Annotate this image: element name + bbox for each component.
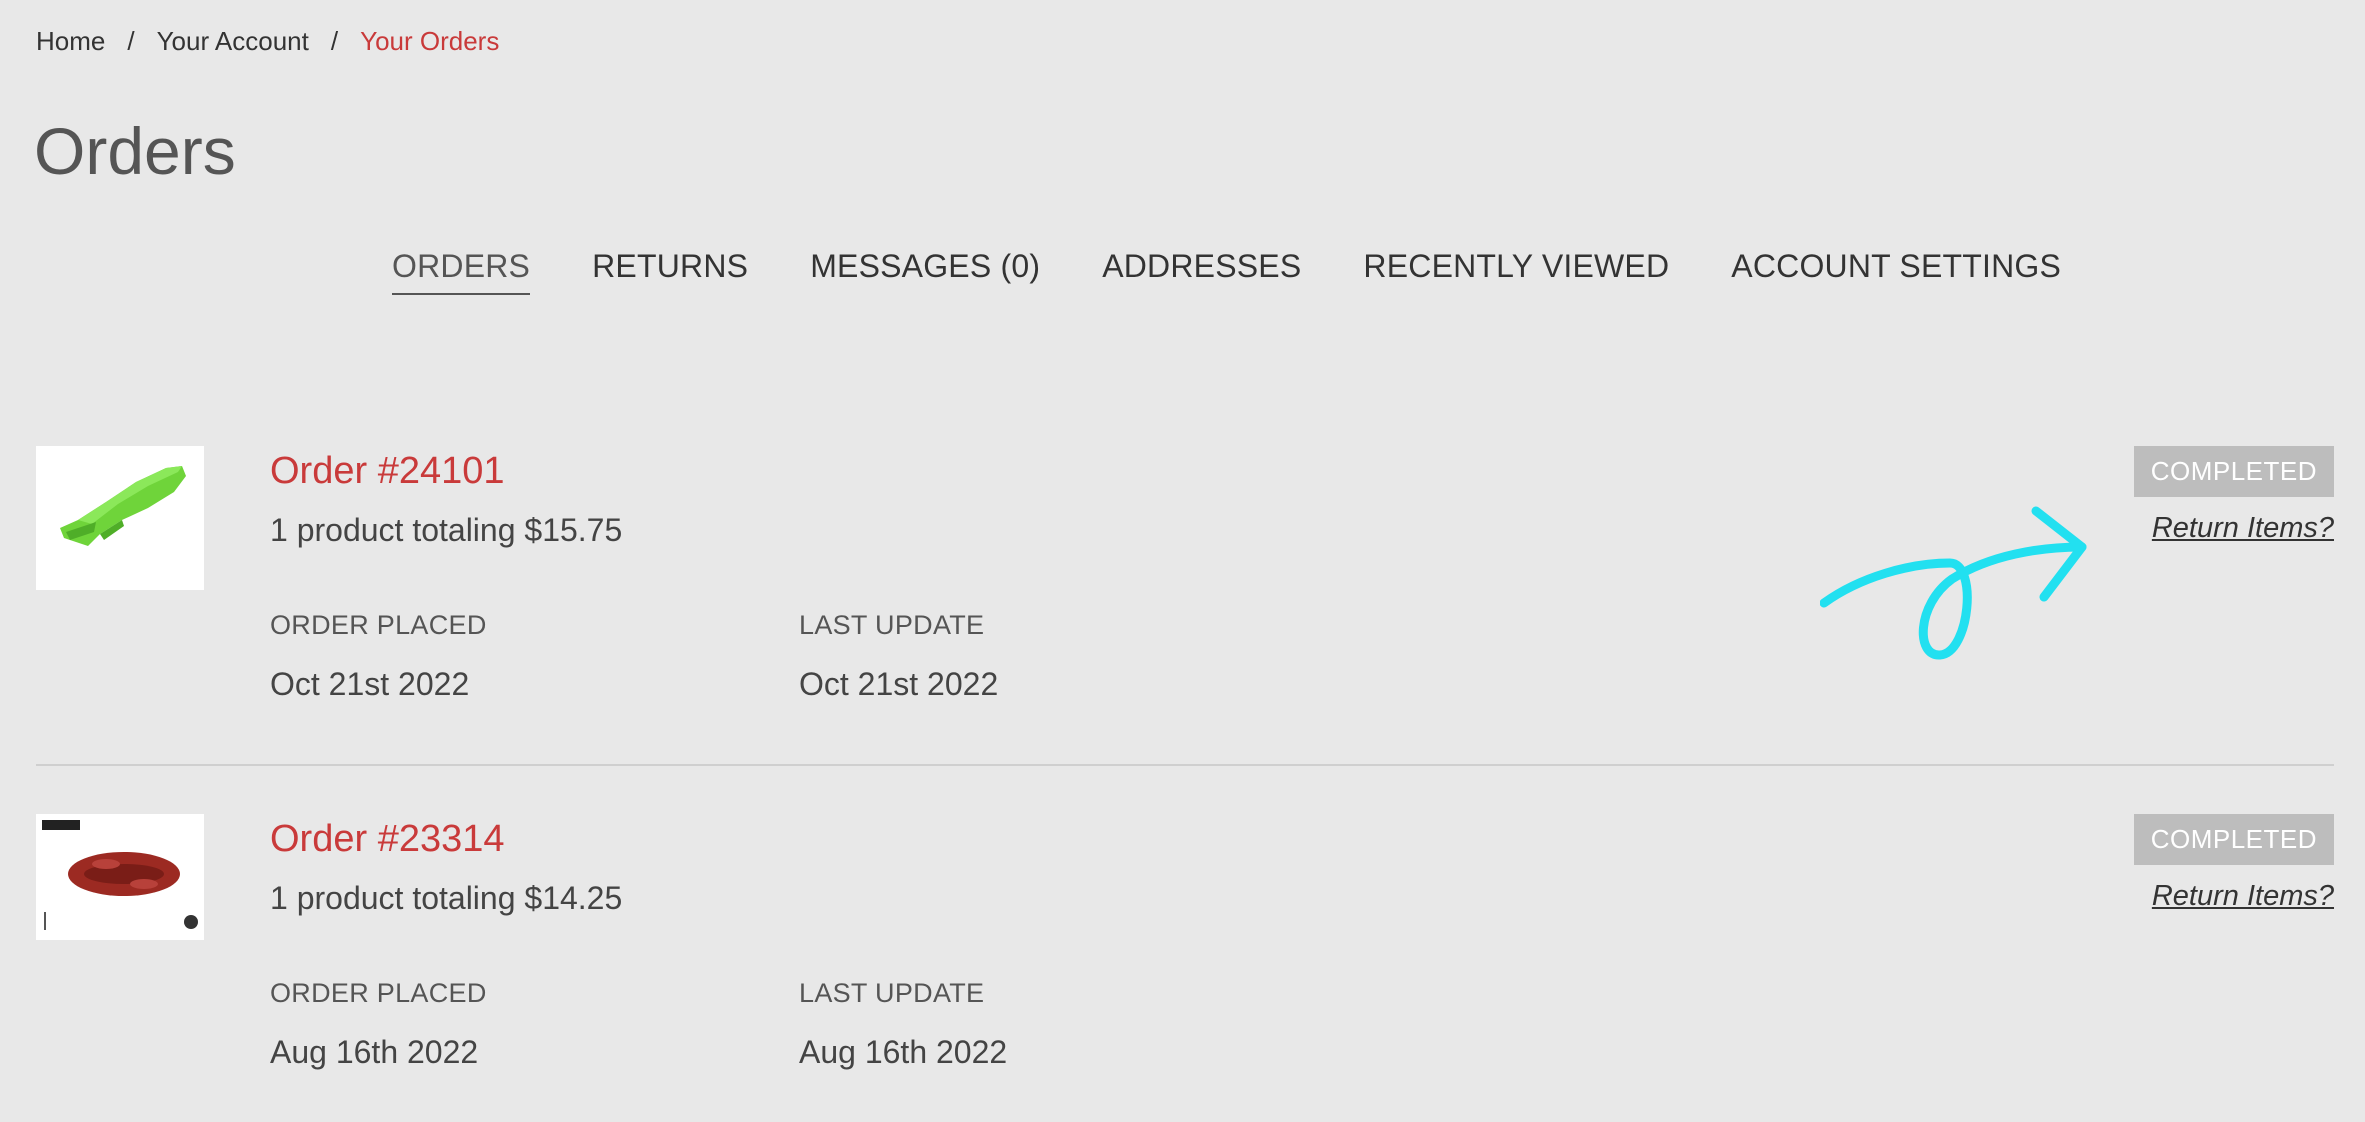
- breadcrumb: Home / Your Account / Your Orders: [36, 26, 499, 57]
- order-placed-date: Aug 16th 2022: [270, 1034, 479, 1070]
- order-summary: 1 product totaling $15.75: [270, 512, 623, 548]
- breadcrumb-home-link[interactable]: Home: [36, 26, 105, 56]
- page-title: Orders: [34, 114, 236, 188]
- tab-account-settings[interactable]: ACCOUNT SETTINGS: [1731, 248, 2061, 295]
- cyan-hand-drawn-arrow-icon: [1820, 506, 2087, 660]
- order-title-link[interactable]: Order #23314: [270, 818, 505, 861]
- red-chain-product-icon: [42, 820, 198, 930]
- breadcrumb-current: Your Orders: [360, 26, 500, 56]
- tab-addresses[interactable]: ADDRESSES: [1102, 248, 1301, 295]
- order-thumbnail[interactable]: [36, 446, 204, 590]
- tab-messages[interactable]: MESSAGES (0): [810, 248, 1040, 295]
- order-thumbnail[interactable]: [36, 814, 204, 940]
- tab-recently-viewed[interactable]: RECENTLY VIEWED: [1363, 248, 1669, 295]
- return-items-link[interactable]: Return Items?: [2152, 512, 2334, 545]
- order-placed-label: ORDER PLACED: [270, 610, 487, 640]
- green-fender-product-icon: [60, 466, 186, 546]
- breadcrumb-separator: /: [127, 26, 135, 56]
- breadcrumb-separator: /: [330, 26, 339, 56]
- order-summary: 1 product totaling $14.25: [270, 880, 623, 916]
- order-card: Order #23314 1 product totaling $14.25 O…: [36, 814, 2334, 1114]
- breadcrumb-account-link[interactable]: Your Account: [157, 26, 309, 56]
- last-update-date: Oct 21st 2022: [799, 666, 999, 702]
- return-items-link[interactable]: Return Items?: [2152, 880, 2334, 913]
- last-update-label: LAST UPDATE: [799, 978, 985, 1008]
- last-update-label: LAST UPDATE: [799, 610, 985, 640]
- status-badge: COMPLETED: [2133, 814, 2334, 865]
- account-tabs: ORDERS RETURNS MESSAGES (0) ADDRESSES RE…: [392, 248, 2061, 295]
- order-title-link[interactable]: Order #24101: [270, 450, 505, 493]
- order-placed-date: Oct 21st 2022: [270, 666, 470, 702]
- status-badge: COMPLETED: [2133, 446, 2334, 497]
- tab-returns[interactable]: RETURNS: [592, 248, 748, 295]
- order-placed-label: ORDER PLACED: [270, 978, 487, 1008]
- last-update-date: Aug 16th 2022: [799, 1034, 1008, 1070]
- tab-orders[interactable]: ORDERS: [392, 248, 531, 295]
